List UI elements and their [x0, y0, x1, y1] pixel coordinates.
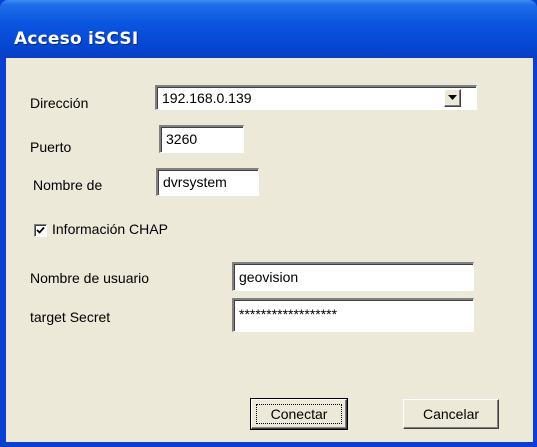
address-dropdown-button[interactable] — [444, 89, 461, 107]
chap-checkbox[interactable] — [34, 224, 47, 237]
cancel-button[interactable]: Cancelar — [403, 399, 499, 429]
username-value: geovision — [239, 269, 299, 285]
port-label: Puerto — [30, 139, 72, 155]
username-label: Nombre de usuario — [30, 270, 150, 286]
name-label: Nombre de — [33, 177, 103, 193]
secret-value: ****************** — [239, 306, 338, 322]
name-input[interactable]: dvrsystem — [156, 168, 259, 196]
secret-label: target Secret — [30, 309, 111, 325]
dialog-body: Dirección 192.168.0.139 Puerto 3260 Nomb… — [5, 58, 534, 442]
name-value: dvrsystem — [163, 174, 227, 190]
connect-button[interactable]: Conectar — [250, 398, 348, 430]
port-input[interactable]: 3260 — [159, 125, 244, 153]
chap-label[interactable]: Información CHAP — [52, 221, 168, 237]
connect-button-label: Conectar — [270, 406, 328, 422]
address-value: 192.168.0.139 — [162, 90, 252, 106]
port-value: 3260 — [166, 131, 198, 147]
secret-input[interactable]: ****************** — [232, 298, 474, 332]
cancel-button-label: Cancelar — [422, 406, 480, 422]
check-icon — [36, 226, 45, 234]
address-combobox[interactable]: 192.168.0.139 — [155, 85, 477, 110]
address-label: Dirección — [30, 95, 89, 111]
username-input[interactable]: geovision — [232, 262, 474, 291]
title-bar[interactable]: Acceso iSCSI — [0, 0, 537, 58]
dialog-window: Acceso iSCSI Dirección 192.168.0.139 Pue… — [0, 0, 537, 447]
window-title: Acceso iSCSI — [14, 29, 139, 49]
chevron-down-icon — [448, 95, 457, 100]
window-bottom-border — [0, 442, 537, 447]
